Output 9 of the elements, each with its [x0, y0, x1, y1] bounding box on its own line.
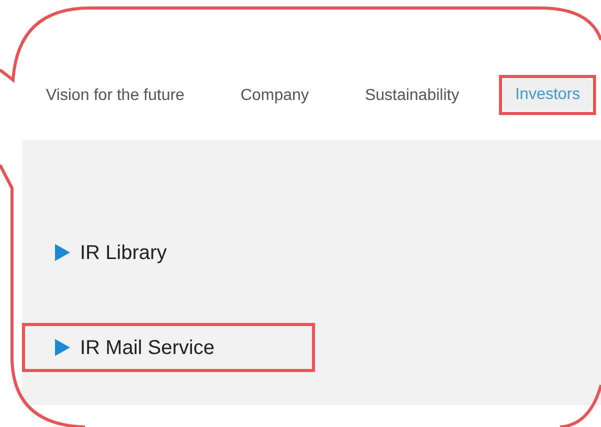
- link-label: IR Mail Service: [80, 336, 214, 360]
- nav-tab[interactable]: Vision for the future: [34, 80, 196, 112]
- nav-tab[interactable]: Sustainability: [352, 80, 472, 112]
- ir-link[interactable]: IR Library: [25, 238, 167, 268]
- ir-link[interactable]: IR Mail Service: [25, 332, 214, 362]
- triangle-icon: [55, 339, 70, 356]
- nav-tab[interactable]: Company: [228, 80, 321, 112]
- link-label: IR Library: [80, 240, 167, 266]
- triangle-icon: [55, 244, 70, 261]
